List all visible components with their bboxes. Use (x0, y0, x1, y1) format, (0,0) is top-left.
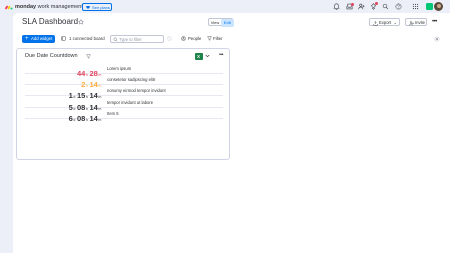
avatar[interactable] (434, 2, 443, 11)
list-item[interactable]: 6d 08h 14m Item 5 (25, 108, 223, 123)
countdown-value: 6d 08h 14m (69, 108, 103, 123)
export-button[interactable]: Export ⌄ (369, 18, 400, 26)
countdown-d-unit: d (73, 117, 76, 122)
see-plans-label: See plans (92, 4, 110, 10)
countdown-m-unit: m (98, 117, 102, 122)
filter-label: Filter (213, 35, 223, 41)
search-icon (113, 37, 118, 42)
widget-more-icon[interactable]: ••• (219, 53, 223, 58)
board-icon (61, 36, 66, 41)
add-widget-label: Add widget (31, 35, 53, 41)
see-plans-button[interactable]: See plans (82, 2, 112, 11)
item-name: consetetur sadipscing elitr (107, 77, 156, 83)
list-item[interactable]: 1d 15h 14m nonumy eirmod tempor invidunt (25, 85, 223, 100)
view-mode-button[interactable]: View (209, 19, 221, 27)
invite-label: Invite (415, 20, 426, 25)
top-bar: monday work management See plans (0, 0, 450, 13)
search-icon[interactable] (382, 3, 389, 10)
workspace-icon[interactable] (426, 3, 433, 10)
settings-icon[interactable] (434, 36, 440, 42)
connected-boards-label: 1 connected board (69, 35, 105, 41)
plus-icon: + (25, 35, 29, 42)
star-icon[interactable] (78, 19, 84, 25)
chevron-down-icon: ⌄ (393, 20, 397, 25)
grid-icon[interactable] (412, 3, 419, 10)
inbox-badge (351, 2, 354, 6)
item-name: Item 5 (107, 110, 119, 116)
brand-rest: work management (36, 3, 83, 10)
export-icon (373, 20, 377, 25)
monday-logo-icon[interactable] (5, 3, 13, 10)
filter-icon[interactable] (86, 54, 91, 59)
countdown-value: 1d 15h 14m (69, 85, 103, 100)
brand-bold: monday (15, 3, 37, 10)
apps-badge (375, 2, 378, 5)
list-item[interactable]: 5d 08h 14m tempor invidunt ut labore (25, 97, 223, 112)
countdown-m-number: 14 (89, 113, 98, 123)
main-panel: SLA Dashboard View Edit Export ⌄ Invite … (13, 13, 450, 253)
bell-icon[interactable] (333, 3, 340, 10)
connected-boards-button[interactable]: 1 connected board (61, 35, 105, 43)
invite-members-icon[interactable] (358, 3, 365, 10)
toolbar: + Add widget 1 connected board Type to f… (13, 33, 450, 44)
people-filter-label: People (188, 35, 202, 41)
widget-title[interactable]: Due Date Countdown (25, 53, 78, 60)
item-name: Lorem ipsum (107, 66, 132, 71)
left-rail (0, 13, 13, 253)
countdown-h-number: 08 (76, 113, 86, 123)
item-name: tempor invidunt ut labore (107, 99, 154, 105)
export-label: Export (379, 20, 392, 25)
people-filter-button[interactable]: People (181, 35, 201, 43)
list-item[interactable]: 44h 28m Lorem ipsum (25, 63, 223, 78)
search-input[interactable]: Type to filter (110, 34, 164, 43)
search-placeholder: Type to filter (119, 36, 142, 42)
countdown-h-unit: h (85, 117, 88, 122)
invite-button[interactable]: Invite (405, 18, 427, 26)
clear-filter-icon[interactable] (167, 36, 172, 41)
person-icon (181, 36, 186, 41)
countdown-value: 44h 28m (77, 63, 103, 78)
item-name: nonumy eirmod tempor invidunt (107, 88, 166, 94)
countdown-widget: Due Date Countdown ••• 44h28m Lorem ipsum… (16, 48, 230, 160)
filter-button[interactable]: Filter (207, 35, 223, 43)
more-icon[interactable]: ••• (432, 19, 437, 25)
diamond-icon (86, 5, 90, 9)
brand-name[interactable]: monday work management (15, 4, 83, 10)
countdown-value: 2h 14m (81, 74, 103, 89)
add-widget-button[interactable]: + Add widget (22, 34, 55, 43)
help-icon[interactable] (395, 3, 402, 10)
view-edit-toggle: View Edit (208, 18, 234, 27)
chevron-down-icon[interactable] (205, 54, 210, 58)
list-item[interactable]: 2h 14m consetetur sadipscing elitr (25, 74, 223, 89)
page-title[interactable]: SLA Dashboard (22, 17, 78, 27)
edit-mode-button[interactable]: Edit (221, 19, 234, 27)
invite-icon (408, 20, 414, 26)
excel-icon[interactable] (195, 53, 203, 60)
filter-icon (207, 36, 212, 41)
countdown-value: 5d 08h 14m (69, 97, 103, 112)
